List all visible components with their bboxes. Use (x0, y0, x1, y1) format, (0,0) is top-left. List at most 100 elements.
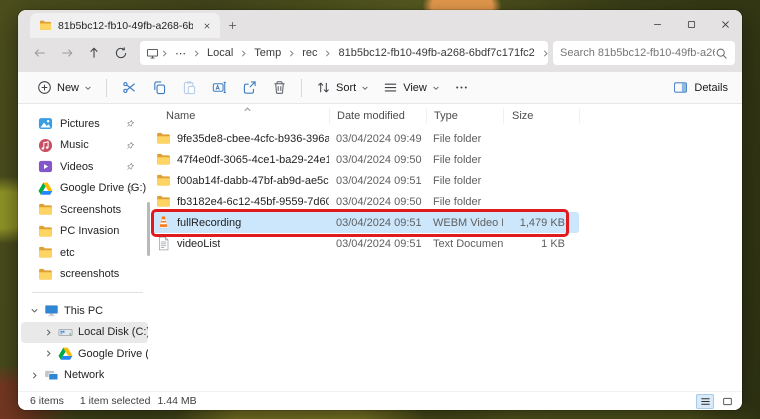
paste-button[interactable] (174, 76, 204, 100)
desktop-background: 81b5bc12-fb10-49fb-a268-6bd ⋯ Local Temp re… (0, 0, 760, 419)
column-header-name[interactable]: Name (151, 104, 329, 128)
sidebar-item-label: screenshots (60, 268, 120, 281)
breadcrumb[interactable]: ⋯ Local Temp rec 81b5bc12-fb10-49fb-a268-6bd… (140, 41, 548, 65)
breadcrumb-segment[interactable]: rec (297, 45, 322, 61)
details-pane-icon (673, 80, 688, 95)
file-row-9fe35de8-cbee-4cfc-b936-396a2bd58772[interactable]: 9fe35de8-cbee-4cfc-b936-396a2bd58772 03/0… (151, 128, 579, 149)
delete-button[interactable] (264, 76, 294, 100)
file-row-fullrecording[interactable]: fullRecording 03/04/2024 09:51 WEBM Video … (151, 212, 579, 233)
sidebar-item-google-drive-g[interactable]: Google Drive (G:) (21, 178, 148, 200)
thumbnail-view-icon (722, 396, 733, 407)
sidebar-item-label: Music (60, 139, 89, 152)
sidebar-item-etc[interactable]: etc (21, 242, 148, 264)
search-box[interactable]: Search 81b5bc12-fb10-49fb-a268 (553, 41, 735, 65)
folder-icon (156, 173, 171, 188)
breadcrumb-segment[interactable]: ⋯ (170, 45, 191, 62)
command-bar: New Sort View Details (18, 72, 742, 104)
chevron-right-icon (239, 49, 248, 58)
folder-icon (156, 152, 171, 167)
file-row-videolist[interactable]: videoList 03/04/2024 09:51 Text Document 1 … (151, 233, 579, 254)
share-icon (242, 80, 257, 95)
sidebar-item-google-drive-g[interactable]: Google Drive (G:) (21, 343, 148, 365)
chevron-right-icon (541, 49, 548, 58)
items-count: 6 items (30, 395, 64, 407)
folder-icon (156, 131, 171, 146)
scissors-icon (122, 80, 137, 95)
back-button[interactable] (26, 41, 53, 65)
folder-icon (38, 224, 53, 239)
chevron-right-icon[interactable] (30, 371, 39, 380)
folder-icon (38, 245, 53, 260)
tab-close-button[interactable] (199, 18, 215, 34)
file-row-47f4e0df-3065-4ce1-ba29-24e1a8017603[interactable]: 47f4e0df-3065-4ce1-ba29-24e1a8017603 03/0… (151, 149, 579, 170)
rename-button[interactable] (204, 76, 234, 100)
more-options-button[interactable] (447, 76, 477, 100)
file-name: 47f4e0df-3065-4ce1-ba29-24e1a8017603 (177, 153, 329, 166)
new-tab-button[interactable] (220, 13, 244, 38)
sidebar-item-local-disk-c[interactable]: Local Disk (C:) (21, 321, 148, 343)
thumbnail-view-toggle[interactable] (718, 394, 736, 409)
share-button[interactable] (234, 76, 264, 100)
view-button[interactable]: View (376, 76, 447, 100)
details-pane-toggle[interactable]: Details (669, 80, 732, 95)
refresh-button[interactable] (107, 41, 134, 65)
sidebar-item-music[interactable]: Music (21, 135, 148, 157)
sort-button[interactable]: Sort (309, 76, 376, 100)
file-date-modified: 03/04/2024 09:50 (336, 195, 422, 208)
chevron-right-icon (192, 49, 201, 58)
sidebar-item-network[interactable]: Network (21, 365, 148, 387)
sidebar-item-pictures[interactable]: Pictures (21, 113, 148, 135)
folder-icon (156, 194, 171, 209)
chevron-right-icon (323, 49, 332, 58)
sidebar-item-pc-invasion[interactable]: PC Invasion (21, 221, 148, 243)
breadcrumb-segment[interactable]: Local (202, 45, 238, 61)
cut-button[interactable] (114, 76, 144, 100)
new-icon (37, 80, 52, 95)
text-document-icon (156, 236, 171, 251)
sidebar-item-label: Google Drive (G:) (78, 347, 148, 360)
maximize-button[interactable] (674, 10, 708, 38)
close-button[interactable] (708, 10, 742, 38)
sidebar-item-this-pc[interactable]: This PC (21, 300, 148, 322)
column-header-size[interactable]: Size (503, 108, 579, 124)
toolbar-divider (301, 78, 303, 97)
details-view-toggle[interactable] (696, 393, 714, 409)
sidebar-item-label: Pictures (60, 117, 100, 130)
column-header-date-modified[interactable]: Date modified (329, 108, 426, 124)
chevron-right-icon[interactable] (44, 349, 53, 358)
minimize-button[interactable] (640, 10, 674, 38)
column-header-spacer (579, 108, 601, 124)
sidebar-item-label: etc (60, 246, 75, 259)
up-button[interactable] (80, 41, 107, 65)
breadcrumb-segment[interactable]: Temp (249, 45, 286, 61)
chevron-down-icon[interactable] (30, 306, 39, 315)
file-row-fb3182e4-6c12-45bf-9559-7d60068b3464[interactable]: fb3182e4-6c12-45bf-9559-7d60068b3464 03/0… (151, 191, 579, 212)
sidebar-item-screenshots[interactable]: Screenshots (21, 199, 148, 221)
view-toggles (696, 393, 736, 409)
sort-icon (316, 80, 331, 95)
paste-icon (182, 80, 197, 95)
column-header-type[interactable]: Type (426, 108, 503, 124)
sidebar-item-videos[interactable]: Videos (21, 156, 148, 178)
new-button[interactable]: New (30, 76, 99, 100)
sidebar-item-label: This PC (64, 304, 104, 317)
pictures-icon (38, 116, 53, 131)
file-explorer-window: 81b5bc12-fb10-49fb-a268-6bd ⋯ Local Temp re… (18, 10, 742, 410)
rename-icon (212, 80, 227, 95)
videos-icon (38, 159, 53, 174)
file-size: 1,479 KB (519, 216, 565, 229)
new-button-label: New (57, 81, 80, 94)
sidebar-item-screenshots[interactable]: screenshots (21, 264, 148, 286)
file-row-f00ab14f-dabb-47bf-ab9d-ae5cda3845fd[interactable]: f00ab14f-dabb-47bf-ab9d-ae5cda3845fd 03/0… (151, 170, 579, 191)
explorer-tab[interactable]: 81b5bc12-fb10-49fb-a268-6bd (30, 13, 220, 38)
sidebar-scrollbar[interactable] (147, 202, 150, 256)
forward-button[interactable] (53, 41, 80, 65)
copy-button[interactable] (144, 76, 174, 100)
gdrive-icon (58, 346, 73, 361)
chevron-down-icon (361, 84, 369, 92)
sidebar-divider (32, 292, 143, 293)
chevron-right-icon[interactable] (44, 328, 53, 337)
file-list: Name Date modified Type Size 9fe35de8-cb… (151, 104, 742, 391)
chevron-down-icon (84, 84, 92, 92)
breadcrumb-segment[interactable]: 81b5bc12-fb10-49fb-a268-6bdf7c171fc2 (333, 45, 539, 61)
